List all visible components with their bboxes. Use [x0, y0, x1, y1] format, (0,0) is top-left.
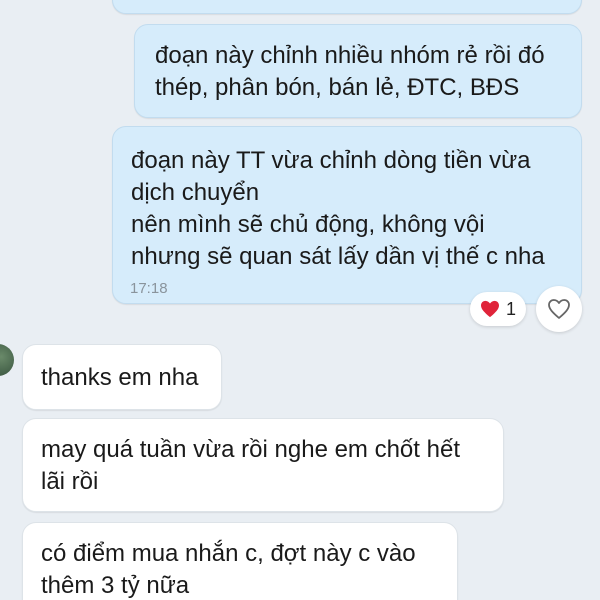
message-text-line: thép, phân bón, bán lẻ, ĐTC, BĐS: [155, 74, 520, 101]
message-bubble-sent-partial[interactable]: [112, 0, 582, 14]
message-bubble-sent[interactable]: đoạn này chỉnh nhiều nhóm rẻ rồi đó thép…: [134, 24, 582, 118]
message-timestamp: 17:18: [130, 280, 168, 297]
reaction-badge[interactable]: 1: [470, 292, 526, 326]
message-bubble-received[interactable]: thanks em nha: [22, 344, 222, 410]
chat-area: đoạn này chỉnh nhiều nhóm rẻ rồi đó thép…: [0, 0, 600, 600]
reaction-count: 1: [505, 298, 516, 319]
message-text-line: thêm 3 tỷ nữa: [41, 572, 190, 599]
message-text-line: nên mình sẽ chủ động, không vội: [131, 211, 485, 238]
message-text-line: thanks em nha: [41, 364, 199, 391]
message-text-line: may quá tuần vừa rồi nghe em chốt hết: [41, 436, 460, 463]
message-text-line: lãi rồi: [41, 468, 99, 495]
avatar[interactable]: [0, 344, 14, 376]
message-text-line: có điểm mua nhắn c, đợt này c vào: [41, 540, 416, 567]
message-bubble-sent[interactable]: đoạn này TT vừa chỉnh dòng tiền vừa dịch…: [112, 126, 582, 304]
message-text-line: đoạn này TT vừa chỉnh dòng tiền vừa: [131, 147, 531, 174]
heart-outline-icon: [548, 299, 570, 319]
red-heart-icon: [480, 300, 499, 318]
message-bubble-received[interactable]: may quá tuần vừa rồi nghe em chốt hết lã…: [22, 418, 504, 512]
message-bubble-received[interactable]: có điểm mua nhắn c, đợt này c vào thêm 3…: [22, 522, 458, 600]
message-text-line: dịch chuyển: [131, 179, 260, 206]
message-text-line: đoạn này chỉnh nhiều nhóm rẻ rồi đó: [155, 42, 545, 69]
message-text-line: nhưng sẽ quan sát lấy dần vị thế c nha: [131, 243, 545, 270]
react-button[interactable]: [536, 286, 582, 332]
